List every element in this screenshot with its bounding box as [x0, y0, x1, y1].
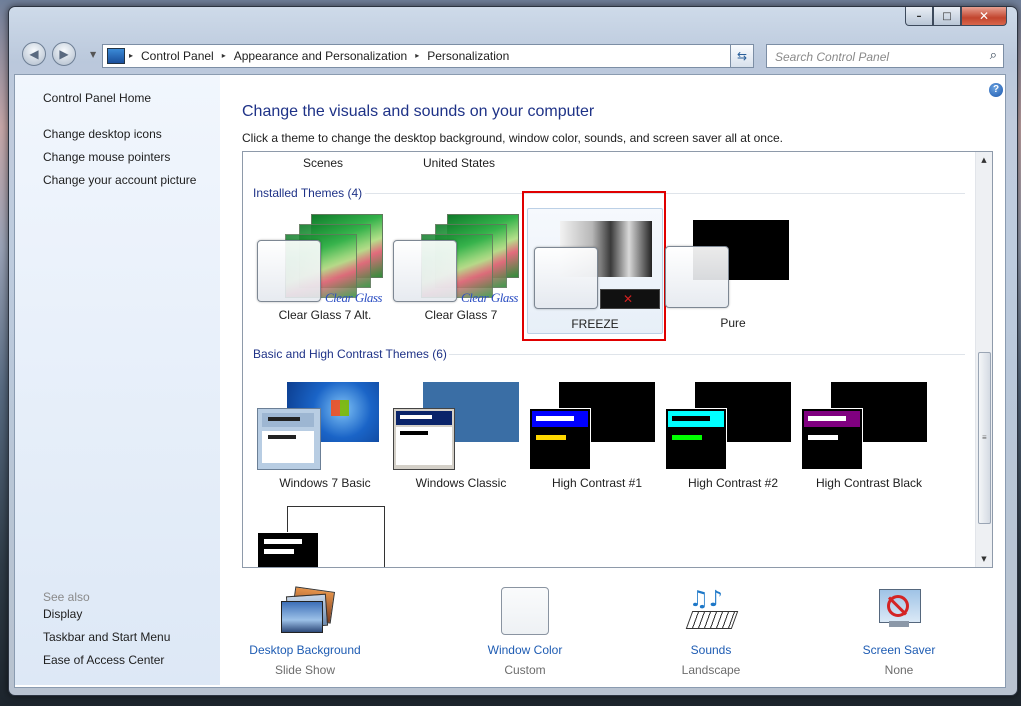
- theme-high-contrast-black[interactable]: High Contrast Black: [801, 372, 937, 504]
- breadcrumb-separator-icon[interactable]: ▸: [129, 49, 133, 63]
- scroll-down-icon[interactable]: ▼: [976, 551, 992, 567]
- theme-list-scrollbar[interactable]: ▲ ≡ ▼: [975, 152, 992, 567]
- sidebar-link-ease-of-access[interactable]: Ease of Access Center: [43, 653, 164, 667]
- theme-windows-7-basic[interactable]: Windows 7 Basic: [257, 372, 393, 504]
- theme-label: Pure: [720, 316, 746, 330]
- theme-label: Clear Glass 7 Alt.: [278, 308, 372, 322]
- sidebar-link-display[interactable]: Display: [43, 607, 82, 621]
- breadcrumb-separator-icon[interactable]: ▸: [415, 49, 419, 63]
- theme-label: High Contrast Black: [815, 476, 923, 490]
- clear-glass-logo: Clear Glass: [325, 290, 382, 305]
- maximize-button[interactable]: □: [933, 7, 961, 26]
- task-pane: Control Panel Home Change desktop icons …: [15, 75, 220, 685]
- sidebar-link-mouse-pointers[interactable]: Change mouse pointers: [43, 150, 170, 164]
- desktop-background-title[interactable]: Desktop Background: [220, 643, 390, 657]
- theme-clear-glass-7-alt[interactable]: Clear Glass Clear Glass 7 Alt.: [257, 208, 393, 340]
- sidebar-link-desktop-icons[interactable]: Change desktop icons: [43, 127, 162, 141]
- window-color-swatch: [801, 408, 863, 470]
- theme-high-contrast-white[interactable]: [257, 498, 393, 567]
- window-color-swatch: [393, 408, 455, 470]
- window-color-title[interactable]: Window Color: [440, 643, 610, 657]
- window-color-swatch: [393, 240, 457, 302]
- group-divider: [449, 354, 965, 355]
- refresh-button[interactable]: ⇆: [730, 44, 754, 68]
- sounds-icon: ♫♪: [685, 587, 739, 635]
- theme-clear-glass-7[interactable]: Clear Glass Clear Glass 7: [393, 208, 529, 340]
- screen-saver-title[interactable]: Screen Saver: [814, 643, 984, 657]
- window-color-swatch: [257, 240, 321, 302]
- back-arrow-icon: ◀: [29, 47, 39, 61]
- desktop-background-icon: [279, 586, 336, 635]
- window-color-link[interactable]: Window Color Custom: [440, 587, 610, 677]
- theme-high-contrast-1[interactable]: High Contrast #1: [529, 372, 665, 504]
- client-area: Control Panel Home Change desktop icons …: [14, 74, 1006, 688]
- installed-themes-heading: Installed Themes (4): [253, 186, 363, 200]
- screen-saver-value: None: [884, 663, 914, 677]
- minimize-icon: –: [916, 10, 922, 22]
- navigation-bar: ◀ ▶ ▼ ▸ Control Panel ▸ Appearance and P…: [14, 40, 1004, 70]
- sounds-title[interactable]: Sounds: [626, 643, 796, 657]
- control-panel-icon: [107, 48, 125, 64]
- search-input[interactable]: [773, 49, 977, 65]
- page-title: Change the visuals and sounds on your co…: [242, 103, 595, 120]
- screen-saver-icon: [873, 587, 925, 635]
- theme-label: Clear Glass 7: [424, 308, 498, 322]
- desktop-background-value: Slide Show: [274, 663, 336, 677]
- maximize-icon: □: [942, 10, 952, 22]
- search-box: ⌕: [766, 44, 1004, 68]
- theme-list: Scenes United States Installed Themes (4…: [242, 151, 993, 568]
- breadcrumb: ▸ Control Panel ▸ Appearance and Persona…: [129, 49, 509, 63]
- see-also-heading: See also: [43, 590, 90, 604]
- caption-buttons: – □ ✕: [905, 7, 1007, 26]
- window-color-swatch: [665, 246, 729, 308]
- sidebar-link-account-picture[interactable]: Change your account picture: [43, 173, 196, 187]
- back-button[interactable]: ◀: [22, 42, 46, 66]
- theme-label: Windows 7 Basic: [279, 476, 371, 490]
- breadcrumb-separator-icon[interactable]: ▸: [222, 49, 226, 63]
- desktop-background-link[interactable]: Desktop Background Slide Show: [220, 586, 390, 677]
- breadcrumb-control-panel[interactable]: Control Panel: [141, 49, 214, 63]
- grip-icon: ≡: [982, 433, 987, 442]
- sidebar-link-control-panel-home[interactable]: Control Panel Home: [43, 91, 151, 105]
- clear-glass-logo: Clear Glass: [461, 290, 518, 305]
- refresh-icon: ⇆: [736, 49, 748, 63]
- sounds-value: Landscape: [681, 663, 741, 677]
- window-color-swatch: [257, 408, 321, 470]
- theme-label: High Contrast #2: [687, 476, 779, 490]
- address-bar[interactable]: ▸ Control Panel ▸ Appearance and Persona…: [102, 44, 754, 68]
- breadcrumb-appearance[interactable]: Appearance and Personalization: [234, 49, 407, 63]
- close-button[interactable]: ✕: [961, 7, 1007, 26]
- close-icon: ✕: [978, 9, 990, 23]
- basic-themes-heading: Basic and High Contrast Themes (6): [253, 347, 447, 361]
- sounds-link[interactable]: ♫♪ Sounds Landscape: [626, 587, 796, 677]
- window-color-value: Custom: [504, 663, 546, 677]
- screen-saver-link[interactable]: Screen Saver None: [814, 587, 984, 677]
- breadcrumb-personalization[interactable]: Personalization: [427, 49, 509, 63]
- theme-windows-classic[interactable]: Windows Classic: [393, 372, 529, 504]
- help-icon[interactable]: ?: [989, 83, 1003, 97]
- forward-arrow-icon: ▶: [59, 47, 69, 61]
- window-color-swatch: [665, 408, 727, 470]
- window-color-swatch: [257, 532, 319, 567]
- selection-highlight: [522, 191, 666, 341]
- window-color-swatch: [529, 408, 591, 470]
- theme-caption-united-states[interactable]: United States: [423, 156, 495, 170]
- window-color-icon: [499, 587, 551, 635]
- theme-high-contrast-2[interactable]: High Contrast #2: [665, 372, 801, 504]
- scroll-thumb[interactable]: ≡: [978, 352, 991, 524]
- page-subtitle: Click a theme to change the desktop back…: [242, 131, 783, 145]
- theme-label: Windows Classic: [415, 476, 507, 490]
- theme-caption-scenes[interactable]: Scenes: [303, 156, 343, 170]
- recent-pages-dropdown[interactable]: ▼: [90, 50, 96, 59]
- theme-pure[interactable]: Pure: [665, 208, 801, 340]
- minimize-button[interactable]: –: [905, 7, 933, 26]
- theme-label: High Contrast #1: [551, 476, 643, 490]
- main-content: ? Change the visuals and sounds on your …: [220, 75, 1005, 685]
- scroll-up-icon[interactable]: ▲: [976, 152, 992, 168]
- sidebar-link-taskbar[interactable]: Taskbar and Start Menu: [43, 630, 170, 644]
- search-icon[interactable]: ⌕: [990, 48, 997, 63]
- forward-button[interactable]: ▶: [52, 42, 76, 66]
